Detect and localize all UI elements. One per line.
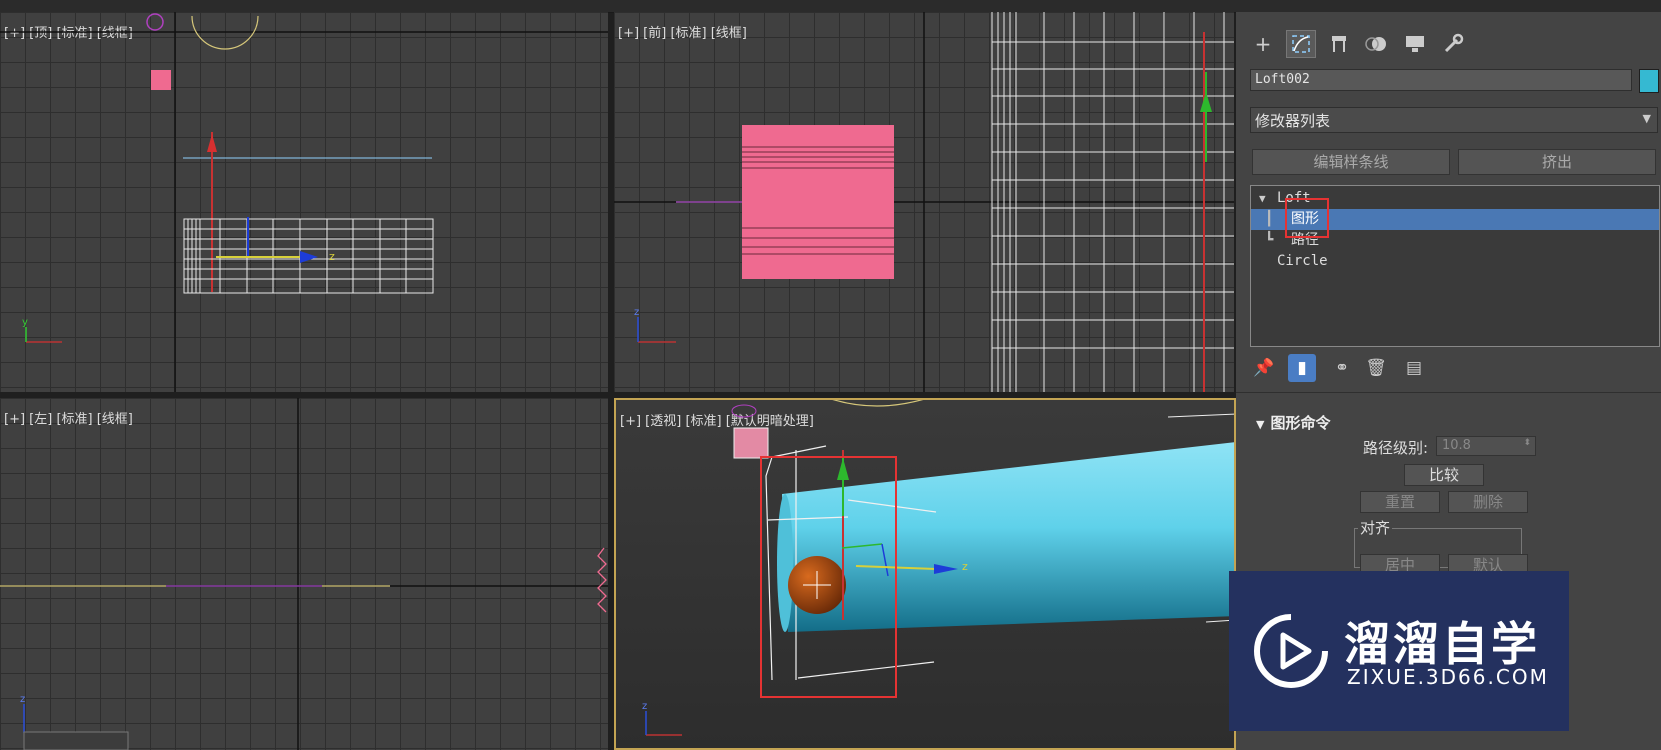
reset-button[interactable]: 重置	[1360, 491, 1440, 513]
create-tab-plus-icon[interactable]: +	[1248, 30, 1278, 58]
viewport-perspective-scene: z z	[642, 400, 1236, 736]
compare-button[interactable]: 比较	[1404, 464, 1484, 486]
align-group-label: 对齐	[1358, 517, 1393, 538]
object-name-field[interactable]: Loft002	[1250, 69, 1632, 91]
pin-stack-icon[interactable]: 📌	[1250, 354, 1278, 382]
remove-modifier-icon[interactable]: 🗑	[1362, 354, 1390, 382]
pink-loft-front[interactable]	[742, 125, 894, 279]
viewport-front-scene: z	[614, 12, 1234, 392]
tree-branch: ┃	[1265, 211, 1274, 227]
top-axis-z-label: z	[329, 250, 335, 263]
utilities-icon	[1444, 33, 1464, 53]
persp-axis-z-label: z	[962, 560, 968, 573]
chevron-down-icon: ▼	[1642, 112, 1651, 125]
delete-button[interactable]: 删除	[1448, 491, 1528, 513]
modify-icon	[1292, 35, 1310, 53]
motion-tab-icon[interactable]	[1362, 30, 1392, 58]
hierarchy-icon	[1332, 36, 1346, 52]
path-level-spinner[interactable]: 10.8 ⬍	[1436, 436, 1536, 456]
modifier-list-dropdown[interactable]: 修改器列表 ▼	[1250, 107, 1658, 133]
viewport-left-scene: z	[0, 398, 608, 750]
viewport-top[interactable]: [+] [顶] [标准] [线框] z y	[0, 12, 608, 392]
watermark-overlay: 溜溜自学 ZIXUE.3D66.COM	[1229, 571, 1569, 731]
motion-icon	[1365, 37, 1386, 51]
modifier-stack[interactable]: ▼ Loft ┃ 图形 ┗ 路径 Circle	[1250, 185, 1660, 347]
display-icon	[1406, 36, 1424, 52]
rollout-collapse-icon[interactable]: ▼	[1256, 418, 1264, 431]
left-axis-z-label: z	[20, 694, 25, 705]
loft-tube-mesh[interactable]	[782, 442, 1236, 632]
edit-spline-button[interactable]: 编辑样条线	[1252, 149, 1450, 175]
rollout-title: 图形命令	[1270, 414, 1331, 432]
viewport-top-scene: z y	[0, 12, 608, 392]
make-unique-icon[interactable]: ⚭	[1328, 354, 1356, 382]
tree-branch: ┗	[1265, 232, 1274, 248]
hierarchy-tab-icon[interactable]	[1324, 30, 1354, 58]
watermark-url: ZIXUE.3D66.COM	[1347, 665, 1549, 689]
pink-loft-perspective[interactable]	[733, 427, 769, 459]
path-level-label: 路径级别:	[1363, 439, 1429, 457]
expand-triangle-icon[interactable]: ▼	[1259, 188, 1266, 209]
play-logo-icon	[1254, 614, 1328, 688]
modifier-list-label: 修改器列表	[1255, 112, 1331, 130]
shape-commands-rollout[interactable]: ▼ 图形命令	[1256, 412, 1330, 433]
stack-item-circle[interactable]: Circle	[1251, 251, 1659, 272]
path-level-value: 10.8	[1442, 438, 1471, 453]
pink-shape[interactable]	[151, 70, 171, 90]
red-highlight-box	[1285, 198, 1329, 238]
divider	[1236, 392, 1661, 393]
command-panel-tabs: +	[1236, 26, 1661, 60]
stack-item-circle-label: Circle	[1277, 253, 1328, 269]
object-color-swatch[interactable]	[1639, 69, 1659, 93]
show-end-result-icon[interactable]: ▮	[1288, 354, 1316, 382]
spinner-arrows-icon[interactable]: ⬍	[1523, 438, 1531, 448]
display-tab-icon[interactable]	[1400, 30, 1430, 58]
persp-axis-z2-label: z	[642, 701, 647, 712]
modify-tab-icon[interactable]	[1286, 30, 1316, 58]
extrude-button[interactable]: 挤出	[1458, 149, 1656, 175]
viewport-perspective[interactable]: [+] [透视] [标准] [默认明暗处理] z z	[614, 398, 1236, 750]
configure-sets-icon[interactable]: ▤	[1400, 354, 1428, 382]
stack-toolbar: 📌 ▮ ⚭ 🗑 ▤	[1250, 354, 1550, 384]
front-axis-z-label: z	[634, 307, 639, 318]
utilities-tab-icon[interactable]	[1438, 30, 1468, 58]
viewport-left[interactable]: [+] [左] [标准] [线框] z	[0, 398, 608, 750]
top-axis-y-label: y	[22, 317, 28, 328]
viewport-front[interactable]: [+] [前] [标准] [线框] z	[614, 12, 1234, 392]
